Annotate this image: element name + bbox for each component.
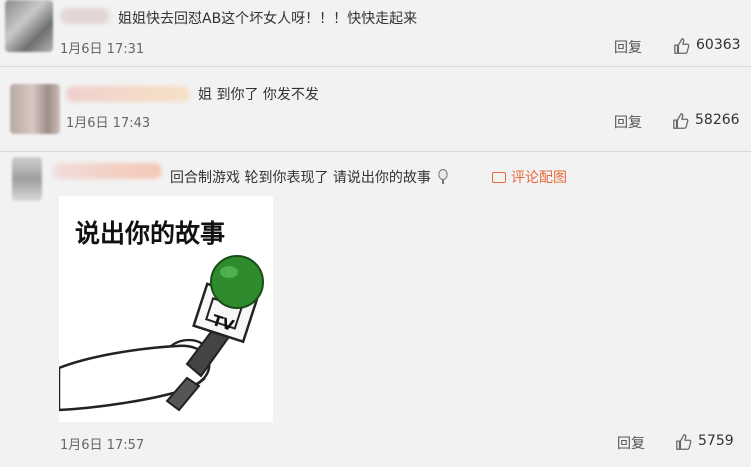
comment-text: 姐姐快去回怼AB这个坏女人呀！！！快快走起来 <box>118 11 418 27</box>
username[interactable] <box>60 8 110 24</box>
thumbs-up-icon[interactable] <box>673 37 691 55</box>
avatar[interactable] <box>5 0 53 52</box>
reply-button[interactable]: 回复 <box>614 112 642 132</box>
microphone-illustration <box>59 255 264 412</box>
thumbs-up-icon[interactable] <box>675 433 693 451</box>
avatar[interactable] <box>10 84 60 134</box>
picture-link-label: 评论配图 <box>511 170 567 186</box>
reply-button[interactable]: 回复 <box>614 37 642 57</box>
comment-item: 姐 到你了 你发不发 1月6日 17:43 回复 58266 <box>0 66 751 151</box>
avatar[interactable] <box>12 157 42 201</box>
microphone-emoji-icon <box>438 169 449 184</box>
comment-text: 姐 到你了 你发不发 <box>198 87 319 103</box>
like-count: 58266 <box>695 112 740 128</box>
like-count: 5759 <box>698 433 734 449</box>
comment-time: 1月6日 17:31 <box>60 42 145 57</box>
username[interactable] <box>66 86 190 102</box>
comment-text-content: 回合制游戏 轮到你表现了 请说出你的故事 <box>170 170 431 186</box>
comment-item: 姐姐快去回怼AB这个坏女人呀！！！快快走起来 1月6日 17:31 回复 603… <box>0 0 751 66</box>
comment-picture-link[interactable]: 评论配图 <box>492 167 567 187</box>
reply-button[interactable]: 回复 <box>617 433 645 453</box>
comment-text: 回合制游戏 轮到你表现了 请说出你的故事 <box>170 167 450 187</box>
picture-icon <box>492 172 506 183</box>
comment-image[interactable]: 说出你的故事 TV <box>59 196 273 422</box>
comment-time: 1月6日 17:57 <box>60 438 145 453</box>
thumbs-up-icon[interactable] <box>672 112 690 130</box>
comment-time: 1月6日 17:43 <box>66 116 151 131</box>
like-count: 60363 <box>696 37 741 53</box>
username[interactable] <box>52 163 162 179</box>
